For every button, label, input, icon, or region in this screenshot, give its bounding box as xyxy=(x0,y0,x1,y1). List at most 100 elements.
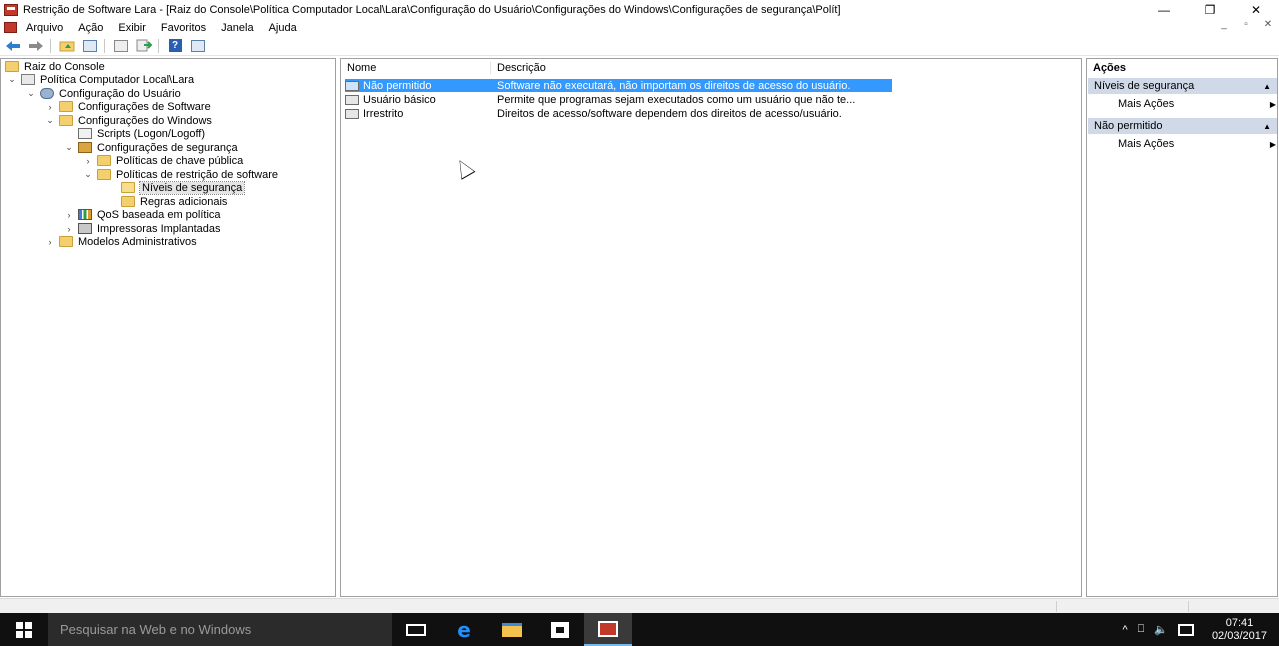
result-list[interactable]: Nome Descrição Não permitido Software nã… xyxy=(340,58,1082,597)
tree-item-raiz-do-console[interactable]: Raiz do Console xyxy=(5,60,105,73)
store-icon xyxy=(551,621,569,638)
file-explorer-button[interactable] xyxy=(488,613,536,646)
folder-icon xyxy=(97,155,111,166)
volume-icon[interactable]: 🔈 xyxy=(1154,623,1168,636)
user-config-icon xyxy=(40,88,54,99)
chevron-down-icon[interactable]: ⌄ xyxy=(64,142,74,153)
tree-item-politica-computador-local[interactable]: ⌄ Política Computador Local\Lara xyxy=(7,73,194,86)
security-level-icon xyxy=(345,108,359,119)
system-tray: ^ ⎕ 🔈 07:41 02/03/2017 xyxy=(1122,613,1279,646)
forward-icon[interactable] xyxy=(27,38,45,54)
taskbar: Pesquisar na Web e no Windows e ^ ⎕ 🔈 07… xyxy=(0,613,1279,646)
app-icon[interactable] xyxy=(4,4,18,16)
clock[interactable]: 07:41 02/03/2017 xyxy=(1212,617,1267,643)
show-hidden-icons-icon[interactable]: ^ xyxy=(1122,624,1127,636)
clock-time: 07:41 xyxy=(1225,616,1254,629)
toolbar-separator xyxy=(158,38,159,53)
list-row-irrestrito[interactable]: Irrestrito Direitos de acesso/software d… xyxy=(345,107,892,120)
chevron-down-icon[interactable]: ⌄ xyxy=(83,169,93,180)
tree-item-politicas-de-chave-publica[interactable]: › Políticas de chave pública xyxy=(83,154,244,167)
chevron-right-icon[interactable]: › xyxy=(83,156,93,166)
child-close-button[interactable]: ✕ xyxy=(1257,19,1279,36)
chevron-down-icon[interactable]: ⌄ xyxy=(45,115,55,126)
clock-date: 02/03/2017 xyxy=(1211,629,1267,642)
chevron-down-icon[interactable]: ⌄ xyxy=(7,74,17,85)
child-minimize-button[interactable]: _ xyxy=(1213,19,1235,36)
tree-item-politicas-de-restricao-de-software[interactable]: ⌄ Políticas de restrição de software xyxy=(83,168,278,181)
folder-icon xyxy=(59,236,73,247)
collapse-icon[interactable]: ▲ xyxy=(1263,122,1271,131)
menu-janela[interactable]: Janela xyxy=(221,22,253,34)
folder-icon xyxy=(97,169,111,180)
windows-logo-icon xyxy=(16,621,32,638)
console-tree[interactable]: Raiz do Console ⌄ Política Computador Lo… xyxy=(0,58,336,597)
store-button[interactable] xyxy=(536,613,584,646)
mmc-taskbar-button[interactable] xyxy=(584,613,632,646)
mais-acoes-link[interactable]: Mais Ações ▶ xyxy=(1118,97,1276,111)
menu-bar: Arquivo Ação Exibir Favoritos Janela Aju… xyxy=(0,19,1279,36)
status-divider xyxy=(1188,601,1189,612)
start-button[interactable] xyxy=(0,613,48,646)
tree-item-scripts[interactable]: Scripts (Logon/Logoff) xyxy=(78,127,205,140)
tree-item-configuracoes-de-seguranca[interactable]: ⌄ Configurações de segurança xyxy=(64,141,237,154)
help-icon[interactable]: ? xyxy=(166,38,184,54)
menu-arquivo[interactable]: Arquivo xyxy=(26,22,63,34)
submenu-arrow-icon: ▶ xyxy=(1269,99,1276,109)
actions-section-niveis-de-seguranca[interactable]: Níveis de segurança ▲ xyxy=(1088,78,1277,94)
tree-item-regras-adicionais[interactable]: Regras adicionais xyxy=(121,195,227,208)
show-hide-action-pane-icon[interactable] xyxy=(189,38,207,54)
folder-icon xyxy=(5,61,19,72)
task-view-icon xyxy=(406,623,426,636)
tree-item-niveis-de-seguranca[interactable]: Níveis de segurança xyxy=(121,180,246,195)
menu-ajuda[interactable]: Ajuda xyxy=(269,22,297,34)
column-header-name[interactable]: Nome xyxy=(341,62,491,74)
tree-item-configuracao-do-usuario[interactable]: ⌄ Configuração do Usuário xyxy=(26,87,180,100)
folder-icon xyxy=(59,115,73,126)
script-icon xyxy=(78,128,92,139)
document-icon[interactable] xyxy=(4,22,17,33)
chevron-right-icon[interactable]: › xyxy=(64,224,74,234)
child-restore-button[interactable]: ▫ xyxy=(1235,19,1257,36)
list-row-usuario-basico[interactable]: Usuário básico Permite que programas sej… xyxy=(345,93,892,106)
security-icon xyxy=(78,142,92,153)
chevron-right-icon[interactable]: › xyxy=(64,210,74,220)
tree-item-configuracoes-de-software[interactable]: › Configurações de Software xyxy=(45,100,211,113)
tree-item-qos-baseada-em-politica[interactable]: › QoS baseada em política xyxy=(64,208,221,221)
security-level-icon xyxy=(345,80,359,91)
actions-section-nao-permitido[interactable]: Não permitido ▲ xyxy=(1088,118,1277,134)
list-header: Nome Descrição xyxy=(341,59,1081,77)
notifications-icon[interactable] xyxy=(1177,623,1194,636)
folder-icon xyxy=(121,196,135,207)
tree-item-impressoras-implantadas[interactable]: › Impressoras Implantadas xyxy=(64,222,221,235)
close-button[interactable]: ✕ xyxy=(1233,0,1279,20)
policy-icon xyxy=(21,74,35,85)
title-bar: Restrição de Software Lara - [Raiz do Co… xyxy=(0,0,1279,20)
menu-favoritos[interactable]: Favoritos xyxy=(161,22,206,34)
list-row-nao-permitido[interactable]: Não permitido Software não executará, nã… xyxy=(345,79,892,92)
restore-button[interactable]: ❐ xyxy=(1187,0,1233,20)
chart-icon xyxy=(78,209,92,220)
actions-title: Ações xyxy=(1093,62,1127,74)
chevron-right-icon[interactable]: › xyxy=(45,102,55,112)
edge-button[interactable]: e xyxy=(440,613,488,646)
tree-item-modelos-administrativos[interactable]: › Modelos Administrativos xyxy=(45,235,197,248)
properties-icon[interactable] xyxy=(112,38,130,54)
show-hide-tree-icon[interactable] xyxy=(81,38,99,54)
back-icon[interactable] xyxy=(4,38,22,54)
menu-exibir[interactable]: Exibir xyxy=(118,22,146,34)
tree-item-configuracoes-do-windows[interactable]: ⌄ Configurações do Windows xyxy=(45,114,212,127)
up-folder-icon[interactable] xyxy=(58,38,76,54)
toolbar: ? xyxy=(0,36,1279,56)
collapse-icon[interactable]: ▲ xyxy=(1263,82,1271,91)
column-header-description[interactable]: Descrição xyxy=(491,62,546,74)
menu-acao[interactable]: Ação xyxy=(78,22,103,34)
status-divider xyxy=(1056,601,1057,612)
minimize-button[interactable]: — xyxy=(1141,0,1187,20)
network-icon[interactable]: ⎕ xyxy=(1138,623,1145,636)
chevron-down-icon[interactable]: ⌄ xyxy=(26,88,36,99)
taskbar-search-input[interactable]: Pesquisar na Web e no Windows xyxy=(48,613,392,646)
export-list-icon[interactable] xyxy=(135,38,153,54)
mais-acoes-link[interactable]: Mais Ações ▶ xyxy=(1118,137,1276,151)
chevron-right-icon[interactable]: › xyxy=(45,237,55,247)
task-view-button[interactable] xyxy=(392,613,440,646)
